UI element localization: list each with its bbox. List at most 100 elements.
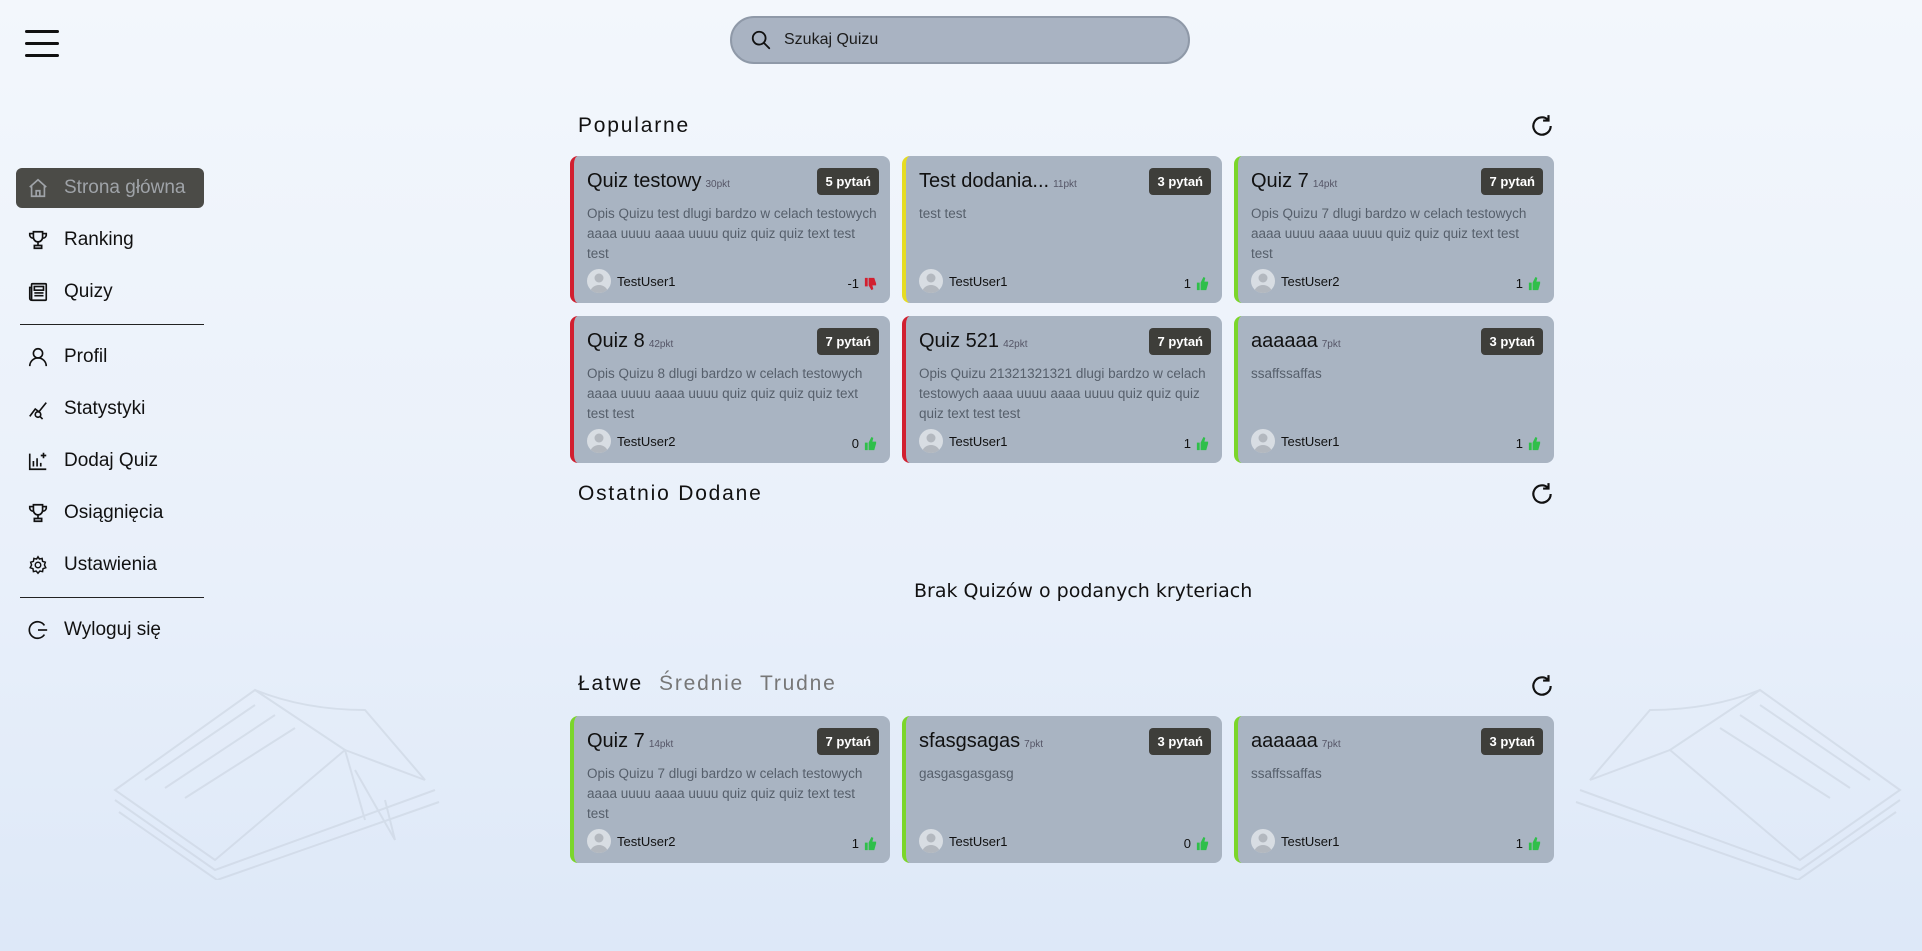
thumbs-up-icon	[864, 436, 877, 451]
avatar	[1251, 429, 1275, 453]
quiz-title: Quiz 7 14pkt	[587, 730, 674, 752]
avatar	[587, 269, 611, 293]
quiz-author: TestUser1	[919, 829, 1008, 853]
menu-toggle-button[interactable]	[25, 30, 59, 58]
refresh-icon[interactable]	[1529, 113, 1555, 139]
avatar	[587, 429, 611, 453]
quiz-author: TestUser1	[919, 269, 1008, 293]
quiz-description: test test	[919, 206, 967, 221]
sidebar-item-home[interactable]: Strona główna	[16, 168, 204, 208]
quiz-card[interactable]: Quiz 521 42pkt 7 pytań Opis Quizu 213213213…	[902, 316, 1222, 463]
sidebar-item-wyloguj[interactable]: Wyloguj się	[16, 610, 204, 650]
sidebar-item-dodaj-quiz[interactable]: Dodaj Quiz	[16, 441, 204, 481]
author-name: TestUser1	[949, 433, 1008, 449]
quiz-likes[interactable]: 0	[1184, 836, 1210, 851]
quiz-likes[interactable]: 1	[852, 836, 878, 851]
quiz-points: 42pkt	[1003, 339, 1028, 350]
quiz-likes[interactable]: 1	[1516, 836, 1542, 851]
question-count-badge: 7 pytań	[817, 728, 879, 755]
author-name: TestUser2	[617, 833, 676, 849]
trophy-icon	[26, 501, 50, 525]
quiz-description: Opis Quizu test dlugi bardzo w celach te…	[587, 206, 877, 261]
quiz-points: 11pkt	[1053, 179, 1077, 190]
sidebar-item-quizy[interactable]: Quizy	[16, 272, 204, 312]
sidebar-item-ustawienia[interactable]: Ustawienia	[16, 545, 204, 585]
tab-srednie[interactable]: Średnie	[659, 672, 744, 696]
tab-trudne[interactable]: Trudne	[760, 672, 837, 696]
author-name: TestUser1	[1281, 833, 1340, 849]
quiz-points: 7pkt	[1024, 739, 1044, 750]
quiz-card[interactable]: Quiz 8 42pkt 7 pytań Opis Quizu 8 dlugi bar…	[570, 316, 890, 463]
quiz-description: gasgasgasgasg	[919, 766, 1014, 781]
chart-line-icon	[26, 397, 50, 421]
like-count: 1	[851, 836, 859, 851]
quiz-title: Test dodania... 11pkt	[919, 170, 1077, 192]
sidebar-item-profil[interactable]: Profil	[16, 337, 204, 377]
refresh-icon[interactable]	[1529, 673, 1555, 699]
quiz-likes[interactable]: 1	[1516, 276, 1542, 291]
avatar	[919, 429, 943, 453]
book-illustration-left	[113, 688, 440, 880]
search-input[interactable]	[784, 31, 1164, 49]
author-name: TestUser2	[1281, 273, 1340, 289]
refresh-icon[interactable]	[1529, 481, 1555, 507]
like-count: 1	[1515, 836, 1523, 851]
tab-latwe[interactable]: Łatwe	[578, 672, 643, 696]
avatar	[919, 269, 943, 293]
quiz-card[interactable]: Quiz testowy 30pkt 5 pytań Opis Quizu test …	[570, 156, 890, 303]
thumbs-up-icon	[1528, 836, 1541, 851]
quiz-title: aaaaaa 7pkt	[1251, 330, 1341, 352]
thumbs-up-icon	[1196, 836, 1209, 851]
sidebar-item-statystyki[interactable]: Statystyki	[16, 389, 204, 429]
sidebar-item-osiagniecia[interactable]: Osiągnięcia	[16, 493, 204, 533]
quiz-card[interactable]: aaaaaa 7pkt 3 pytań ssaffssaffas TestUser1 1	[1234, 716, 1554, 863]
avatar	[919, 829, 943, 853]
quiz-author: TestUser2	[1251, 269, 1340, 293]
question-count-badge: 7 pytań	[817, 328, 879, 355]
quiz-card[interactable]: Quiz 7 14pkt 7 pytań Opis Quizu 7 dlugi bar…	[570, 716, 890, 863]
quiz-description: Opis Quizu 7 dlugi bardzo w celach testo…	[1251, 206, 1527, 261]
author-name: TestUser1	[949, 273, 1008, 289]
quiz-likes[interactable]: 1	[1516, 436, 1542, 451]
quiz-description: ssaffssaffas	[1251, 366, 1322, 381]
quiz-author: TestUser2	[587, 829, 676, 853]
question-count-badge: 7 pytań	[1149, 328, 1211, 355]
sidebar: Strona główna Ranking Quizy Profil Staty…	[16, 168, 204, 662]
author-name: TestUser1	[949, 833, 1008, 849]
like-count: 1	[1515, 276, 1523, 291]
home-icon	[26, 176, 50, 200]
divider	[20, 324, 204, 325]
difficulty-tabs: Łatwe Średnie Trudne	[578, 672, 853, 696]
user-icon	[26, 345, 50, 369]
quiz-likes[interactable]: 1	[1184, 276, 1210, 291]
question-count-badge: 3 pytań	[1481, 728, 1543, 755]
thumbs-down-icon	[864, 277, 877, 291]
sidebar-item-label: Osiągnięcia	[64, 502, 164, 523]
question-count-badge: 7 pytań	[1481, 168, 1543, 195]
quiz-author: TestUser1	[919, 429, 1008, 453]
quiz-card[interactable]: sfasgsagas 7pkt 3 pytań gasgasgasgasg TestUs…	[902, 716, 1222, 863]
sidebar-item-label: Profil	[64, 346, 108, 367]
quiz-points: 30pkt	[705, 179, 730, 190]
search-bar	[730, 16, 1190, 64]
quiz-card[interactable]: Test dodania... 11pkt 3 pytań test test Test…	[902, 156, 1222, 303]
like-count: 1	[1183, 276, 1191, 291]
thumbs-up-icon	[1196, 276, 1209, 291]
quiz-points: 7pkt	[1321, 739, 1341, 750]
menu-icon	[25, 30, 59, 33]
question-count-badge: 3 pytań	[1149, 168, 1211, 195]
quiz-card[interactable]: aaaaaa 7pkt 3 pytań ssaffssaffas TestUser1 1	[1234, 316, 1554, 463]
add-chart-icon	[26, 449, 50, 473]
quiz-title: sfasgsagas 7pkt	[919, 730, 1044, 752]
quiz-likes[interactable]: 1	[1184, 436, 1210, 451]
gear-icon	[26, 553, 50, 577]
quiz-author: TestUser2	[587, 429, 676, 453]
avatar	[1251, 269, 1275, 293]
quiz-likes[interactable]: 0	[852, 436, 878, 451]
sidebar-item-ranking[interactable]: Ranking	[16, 220, 204, 260]
quiz-points: 14pkt	[1312, 179, 1338, 190]
quiz-card[interactable]: Quiz 7 14pkt 7 pytań Opis Quizu 7 dlugi bar…	[1234, 156, 1554, 303]
like-count: 0	[851, 436, 859, 451]
author-name: TestUser2	[617, 433, 676, 449]
quiz-likes[interactable]: -1	[847, 276, 878, 291]
